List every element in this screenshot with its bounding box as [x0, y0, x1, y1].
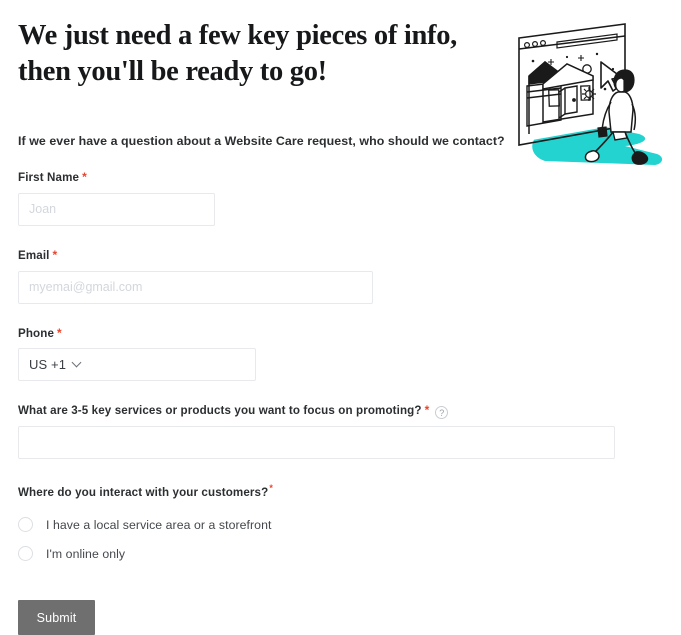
- phone-country-value: US +1: [29, 357, 67, 373]
- field-first-name: First Name *: [18, 170, 663, 226]
- radio-option-label: I'm online only: [46, 546, 126, 561]
- page-title-line-2: then you'll be ready to go!: [18, 56, 327, 88]
- radio-option-local-service-area[interactable]: I have a local service area or a storefr…: [18, 516, 663, 533]
- page-title: We just need a few key pieces of info, t…: [18, 18, 508, 91]
- first-name-label: First Name *: [18, 170, 663, 186]
- required-asterisk: *: [269, 483, 273, 494]
- key-services-label: What are 3-5 key services or products yo…: [18, 403, 663, 420]
- radio-circle-icon[interactable]: [18, 517, 33, 533]
- email-label: Email *: [18, 248, 663, 264]
- phone-label: Phone *: [18, 326, 663, 342]
- page-title-line-1: We just need a few key pieces of info,: [18, 20, 458, 51]
- required-asterisk: *: [57, 325, 62, 340]
- first-name-input[interactable]: [18, 192, 215, 226]
- customer-interaction-label-text: Where do you interact with your customer…: [18, 486, 269, 499]
- contact-form: If we ever have a question about a Websi…: [18, 133, 663, 635]
- key-services-label-text: What are 3-5 key services or products yo…: [18, 404, 422, 418]
- chevron-down-icon: [73, 358, 81, 366]
- key-services-input[interactable]: [18, 426, 615, 460]
- field-customer-interaction: Where do you interact with your customer…: [18, 483, 663, 562]
- required-asterisk: *: [82, 170, 87, 185]
- field-key-services: What are 3-5 key services or products yo…: [18, 403, 663, 460]
- radio-option-online-only[interactable]: I'm online only: [18, 545, 663, 562]
- field-phone: Phone * US +1: [18, 326, 663, 382]
- customer-interaction-radio-group: I have a local service area or a storefr…: [18, 516, 663, 562]
- radio-option-label: I have a local service area or a storefr…: [46, 517, 272, 532]
- first-name-label-text: First Name: [18, 171, 80, 185]
- email-label-text: Email: [18, 248, 50, 262]
- phone-country-select[interactable]: US +1: [18, 348, 256, 382]
- phone-label-text: Phone: [18, 326, 55, 340]
- customer-interaction-label: Where do you interact with your customer…: [18, 483, 663, 500]
- radio-circle-icon[interactable]: [18, 546, 33, 562]
- email-input[interactable]: [18, 270, 373, 304]
- form-page: We just need a few key pieces of info, t…: [0, 0, 681, 635]
- help-question-mark-icon[interactable]: ?: [435, 406, 449, 420]
- required-asterisk: *: [424, 403, 430, 418]
- field-email: Email *: [18, 248, 663, 304]
- required-asterisk: *: [52, 247, 58, 262]
- submit-button[interactable]: Submit: [18, 600, 95, 635]
- intro-question: If we ever have a question about a Websi…: [18, 134, 505, 148]
